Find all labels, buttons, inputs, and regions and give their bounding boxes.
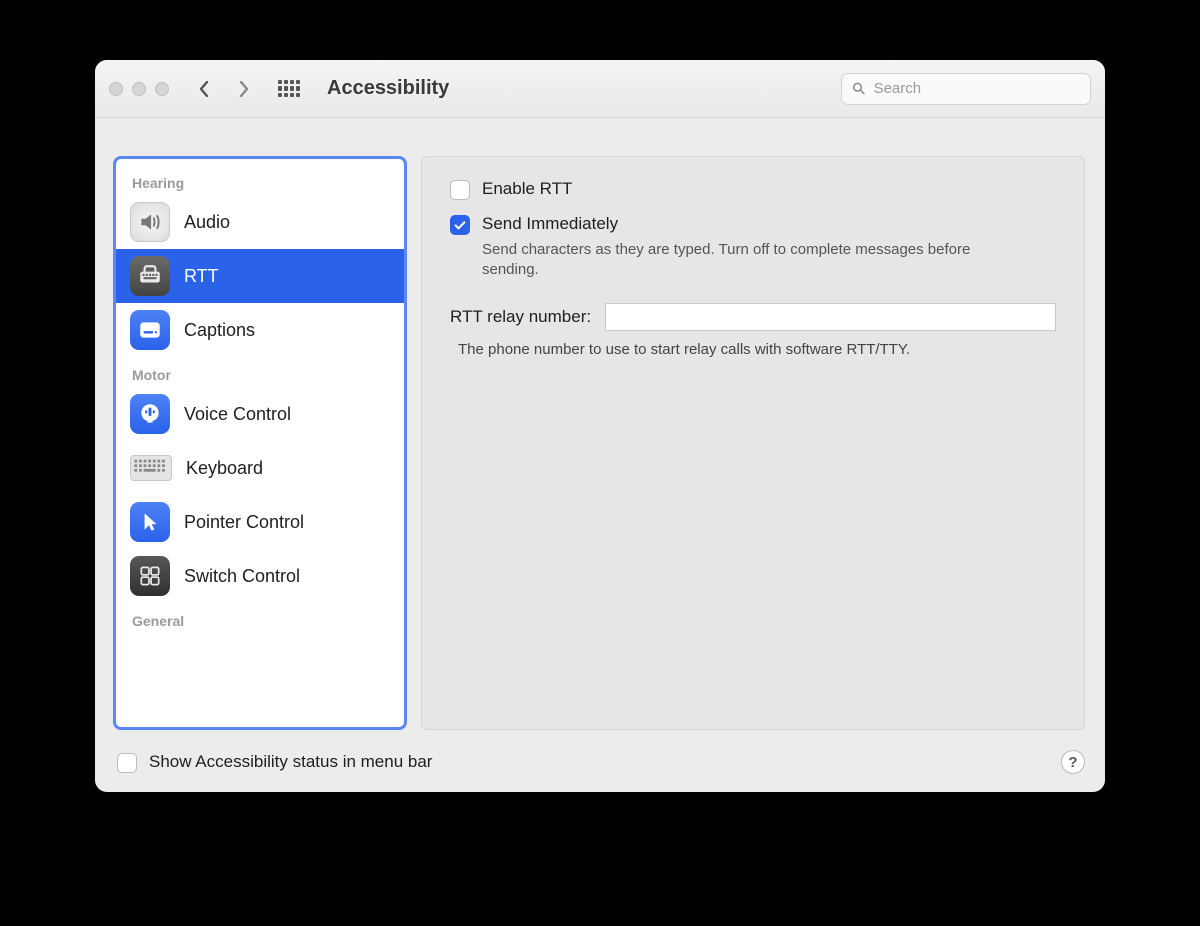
zoom-window-button[interactable] bbox=[155, 82, 169, 96]
rtt-relay-row: RTT relay number: bbox=[450, 303, 1056, 331]
rtt-relay-label: RTT relay number: bbox=[450, 307, 591, 327]
enable-rtt-label: Enable RTT bbox=[482, 179, 572, 199]
show-status-checkbox[interactable] bbox=[117, 753, 137, 773]
search-input[interactable] bbox=[874, 80, 1080, 97]
sidebar-item-keyboard[interactable]: Keyboard bbox=[116, 441, 404, 495]
sidebar-item-label: Switch Control bbox=[184, 566, 300, 587]
sidebar-item-voice-control[interactable]: Voice Control bbox=[116, 387, 404, 441]
pointer-control-icon bbox=[130, 502, 170, 542]
settings-panel: Enable RTT Send Immediately Send charact… bbox=[421, 156, 1085, 730]
body: Hearing Audio RTT bbox=[95, 118, 1105, 742]
rtt-icon bbox=[130, 256, 170, 296]
search-field[interactable] bbox=[841, 73, 1091, 105]
window-title: Accessibility bbox=[327, 77, 449, 100]
sidebar-item-label: Keyboard bbox=[186, 458, 263, 479]
sidebar-section-hearing: Hearing bbox=[116, 165, 404, 195]
show-status-label: Show Accessibility status in menu bar bbox=[149, 752, 432, 772]
question-mark-icon: ? bbox=[1068, 754, 1077, 771]
sidebar-item-captions[interactable]: Captions bbox=[116, 303, 404, 357]
switch-control-icon bbox=[130, 556, 170, 596]
sidebar-section-general: General bbox=[116, 603, 404, 629]
rtt-relay-description: The phone number to use to start relay c… bbox=[458, 341, 1056, 358]
search-icon bbox=[852, 81, 866, 96]
checkmark-icon bbox=[453, 218, 467, 232]
rtt-relay-input[interactable] bbox=[605, 303, 1056, 331]
forward-button[interactable] bbox=[229, 74, 259, 104]
send-immediately-description: Send characters as they are typed. Turn … bbox=[482, 240, 1022, 281]
help-button[interactable]: ? bbox=[1061, 750, 1085, 774]
captions-icon bbox=[130, 310, 170, 350]
footer: Show Accessibility status in menu bar ? bbox=[95, 742, 1105, 792]
sidebar-section-motor: Motor bbox=[116, 357, 404, 387]
close-window-button[interactable] bbox=[109, 82, 123, 96]
window-controls bbox=[109, 82, 169, 96]
sidebar-item-label: Voice Control bbox=[184, 404, 291, 425]
send-immediately-row: Send Immediately Send characters as they… bbox=[450, 214, 1056, 281]
chevron-right-icon bbox=[237, 81, 251, 97]
enable-rtt-row: Enable RTT bbox=[450, 179, 1056, 200]
send-immediately-label: Send Immediately bbox=[482, 214, 1022, 234]
minimize-window-button[interactable] bbox=[132, 82, 146, 96]
grid-icon bbox=[278, 80, 300, 98]
keyboard-icon bbox=[130, 455, 172, 481]
sidebar-item-label: RTT bbox=[184, 266, 219, 287]
sidebar-item-rtt[interactable]: RTT bbox=[116, 249, 404, 303]
chevron-left-icon bbox=[197, 81, 211, 97]
send-immediately-checkbox[interactable] bbox=[450, 215, 470, 235]
sidebar-item-audio[interactable]: Audio bbox=[116, 195, 404, 249]
sidebar-item-label: Captions bbox=[184, 320, 255, 341]
sidebar-scroll[interactable]: Hearing Audio RTT bbox=[116, 159, 404, 727]
voice-control-icon bbox=[130, 394, 170, 434]
toolbar: Accessibility bbox=[95, 60, 1105, 118]
show-all-button[interactable] bbox=[273, 73, 305, 105]
preferences-window: Accessibility Hearing Audio bbox=[95, 60, 1105, 792]
sidebar-item-pointer-control[interactable]: Pointer Control bbox=[116, 495, 404, 549]
sidebar-item-switch-control[interactable]: Switch Control bbox=[116, 549, 404, 603]
sidebar-item-label: Pointer Control bbox=[184, 512, 304, 533]
sidebar-item-label: Audio bbox=[184, 212, 230, 233]
sidebar: Hearing Audio RTT bbox=[113, 156, 407, 730]
enable-rtt-checkbox[interactable] bbox=[450, 180, 470, 200]
back-button[interactable] bbox=[189, 74, 219, 104]
audio-icon bbox=[130, 202, 170, 242]
